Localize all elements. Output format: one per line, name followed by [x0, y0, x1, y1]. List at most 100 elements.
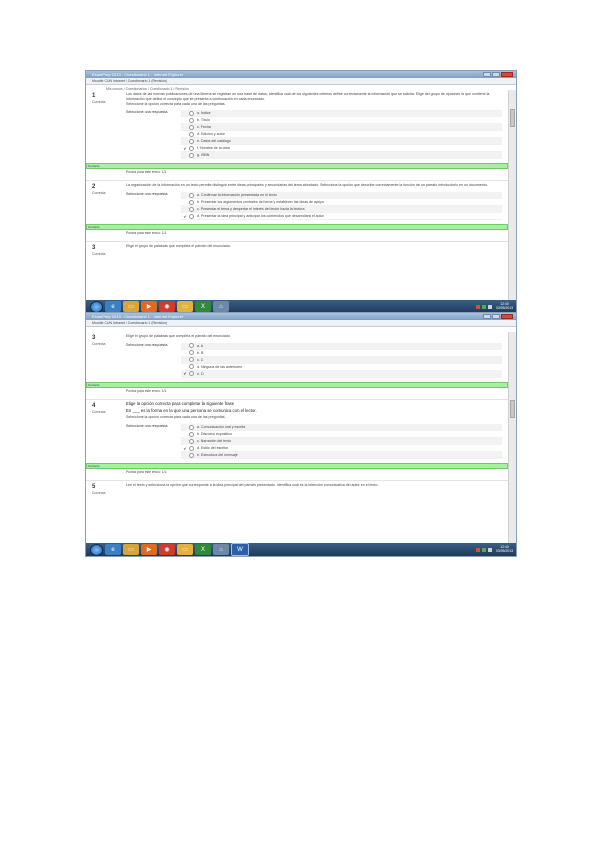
- answer-option[interactable]: ✔ d. Estilo del escritor: [181, 445, 502, 453]
- scrollbar-thumb[interactable]: [510, 400, 515, 418]
- question-block: 5 Correcta Lee el texto y selecciona la …: [86, 481, 508, 495]
- chrome-icon[interactable]: ◉: [159, 544, 175, 555]
- radio-icon[interactable]: [189, 357, 194, 363]
- radio-icon[interactable]: [189, 124, 194, 130]
- answer-option[interactable]: e. Datos del catálogo: [181, 138, 502, 146]
- media-player-icon[interactable]: ▶: [141, 544, 157, 555]
- question-status: Correcta: [92, 191, 106, 196]
- window-controls: [483, 72, 513, 77]
- radio-icon[interactable]: [189, 131, 194, 137]
- answer-option[interactable]: b. B: [181, 350, 502, 357]
- address-bar[interactable]: Moodle CUN Intranet / Cuestionario 1 (Re…: [86, 78, 516, 85]
- start-button[interactable]: [90, 543, 103, 556]
- option-text: c. Presentar el tema y despertar el inte…: [197, 207, 305, 212]
- answer-option[interactable]: g. ISBN: [181, 152, 502, 160]
- radio-icon[interactable]: [189, 371, 194, 377]
- answer-option[interactable]: a. A: [181, 342, 502, 350]
- scrollbar-thumb[interactable]: [510, 109, 515, 127]
- volume-icon[interactable]: [488, 304, 493, 309]
- radio-icon[interactable]: [189, 117, 194, 123]
- folder-icon[interactable]: ▭: [177, 301, 193, 312]
- vertical-scrollbar[interactable]: [508, 90, 516, 300]
- answer-option[interactable]: b. Discurso expositivo: [181, 431, 502, 439]
- maximize-button[interactable]: [492, 314, 500, 319]
- radio-icon[interactable]: [189, 152, 194, 158]
- answer-option[interactable]: b. Título: [181, 117, 502, 125]
- radio-icon[interactable]: [189, 343, 194, 349]
- close-button[interactable]: [501, 314, 513, 319]
- vertical-scrollbar[interactable]: [508, 332, 516, 543]
- answer-option[interactable]: d. Edición y autor: [181, 131, 502, 139]
- answer-option[interactable]: ✔ f. Nombre de la obra: [181, 145, 502, 153]
- network-status-icon[interactable]: [482, 304, 487, 309]
- radio-icon[interactable]: [189, 438, 194, 444]
- radio-icon[interactable]: [189, 424, 194, 430]
- answer-option[interactable]: d. Ninguna de las anteriores: [181, 364, 502, 371]
- radio-icon[interactable]: [189, 192, 194, 198]
- question-subtext: En ___ es la forma en la que una persona…: [126, 407, 257, 413]
- minimize-button[interactable]: [483, 72, 491, 77]
- question-number: 5: [92, 484, 96, 491]
- radio-icon[interactable]: [189, 213, 194, 219]
- radio-icon[interactable]: [189, 110, 194, 116]
- alert-icon[interactable]: [476, 304, 481, 309]
- answer-option[interactable]: a. Índice: [181, 110, 502, 118]
- quiz-content: 1 Correcta Los datos de las nuevas publi…: [86, 90, 508, 300]
- answer-label: Seleccione una respuesta.: [126, 110, 169, 115]
- chrome-icon[interactable]: ◉: [159, 301, 175, 312]
- answer-option[interactable]: c. C: [181, 356, 502, 364]
- media-player-icon[interactable]: ▶: [141, 301, 157, 312]
- question-subtext: Seleccione la opción correcta para cada …: [126, 101, 226, 106]
- question-text: Los datos de las nuevas publicaciones de…: [126, 92, 490, 101]
- radio-icon[interactable]: [189, 138, 194, 144]
- score-text: Puntos para este envío: 1/1.: [126, 470, 168, 475]
- answer-option[interactable]: ✔ d. Presentar la idea principal y antici…: [181, 213, 502, 221]
- answer-option[interactable]: ✔ e. D: [181, 370, 502, 378]
- network-icon[interactable]: ⌂: [213, 544, 229, 555]
- maximize-button[interactable]: [492, 72, 500, 77]
- radio-icon[interactable]: [189, 350, 194, 356]
- question-status: Correcta: [92, 491, 106, 496]
- system-tray: 12:40 03/05/2013: [476, 545, 513, 554]
- word-icon[interactable]: W: [231, 543, 249, 556]
- network-icon[interactable]: ⌂: [213, 301, 229, 312]
- explorer-folder-icon[interactable]: ▭: [123, 301, 139, 312]
- system-tray: 12:40 03/05/2013: [476, 302, 513, 311]
- minimize-button[interactable]: [483, 314, 491, 319]
- option-text: a. Índice: [197, 111, 211, 116]
- answer-option[interactable]: c. Presentar el tema y despertar el inte…: [181, 206, 502, 214]
- folder-icon[interactable]: ▭: [177, 544, 193, 555]
- option-text: e. Estructura del mensaje: [197, 453, 238, 458]
- answer-option[interactable]: c. Fecha: [181, 124, 502, 132]
- address-bar[interactable]: Moodle CUN Intranet / Cuestionario 1 (Re…: [86, 320, 516, 327]
- explorer-folder-icon[interactable]: ▭: [123, 544, 139, 555]
- radio-icon[interactable]: [189, 145, 194, 151]
- radio-icon[interactable]: [189, 431, 194, 437]
- alert-icon[interactable]: [476, 547, 481, 552]
- excel-icon[interactable]: X: [195, 301, 211, 312]
- ie-icon[interactable]: e: [105, 301, 121, 312]
- clock[interactable]: 12:40 03/05/2013: [496, 545, 513, 554]
- radio-icon[interactable]: [189, 199, 194, 205]
- radio-icon[interactable]: [189, 452, 194, 458]
- clock[interactable]: 12:40 03/05/2013: [496, 302, 513, 311]
- option-text: d. Edición y autor: [197, 132, 225, 137]
- close-button[interactable]: [501, 72, 513, 77]
- start-button[interactable]: [90, 300, 103, 313]
- network-status-icon[interactable]: [482, 547, 487, 552]
- radio-icon[interactable]: [189, 206, 194, 212]
- window-title: ExamPrep 2013 - Cuestionario 1 - Interne…: [92, 72, 184, 77]
- excel-icon[interactable]: X: [195, 544, 211, 555]
- volume-icon[interactable]: [488, 547, 493, 552]
- options-list: a. Confirmar la información presentada e…: [181, 192, 502, 221]
- question-number: 3: [92, 245, 96, 252]
- answer-option[interactable]: b. Presentar los argumentos centrales de…: [181, 199, 502, 207]
- radio-icon[interactable]: [189, 364, 194, 370]
- answer-option[interactable]: a. Comunicación oral y escrita: [181, 424, 502, 432]
- ie-icon[interactable]: e: [105, 544, 121, 555]
- answer-option[interactable]: a. Confirmar la información presentada e…: [181, 192, 502, 200]
- answer-option[interactable]: e. Estructura del mensaje: [181, 452, 502, 460]
- answer-option[interactable]: c. Narración del texto: [181, 438, 502, 446]
- radio-icon[interactable]: [189, 445, 194, 451]
- feedback-bar: Correcto: [86, 163, 508, 170]
